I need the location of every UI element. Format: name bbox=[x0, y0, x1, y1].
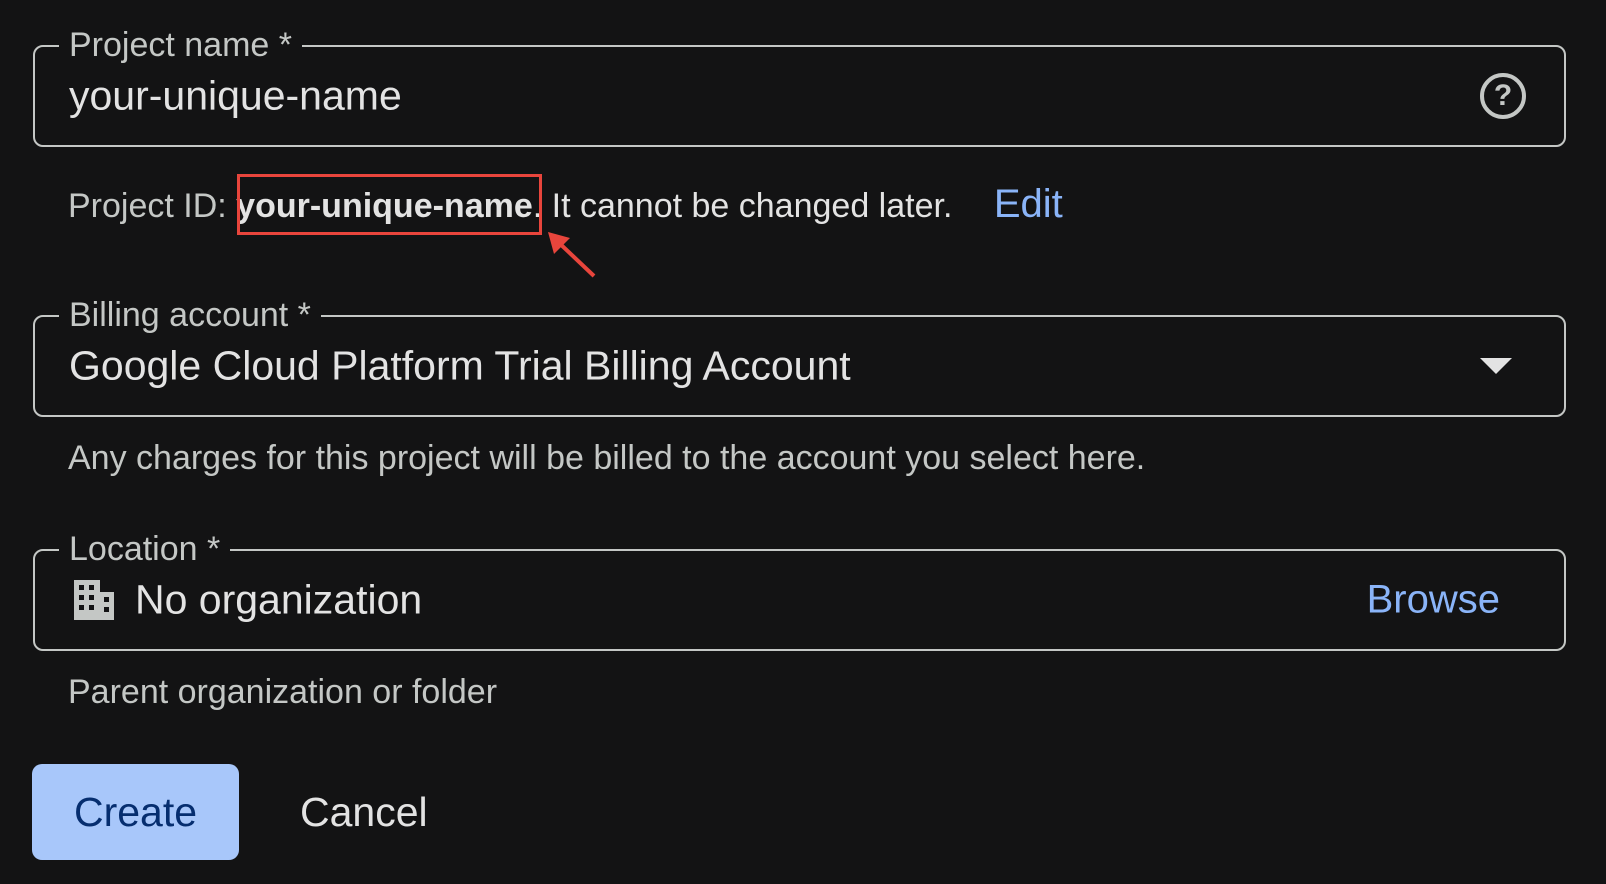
chevron-down-icon[interactable] bbox=[1480, 358, 1512, 374]
location-label: Location * bbox=[59, 529, 231, 569]
project-id-prefix: Project ID: bbox=[68, 187, 237, 225]
browse-link[interactable]: Browse bbox=[1367, 578, 1500, 623]
create-button[interactable]: Create bbox=[32, 764, 239, 860]
location-hint: Parent organization or folder bbox=[68, 673, 498, 711]
project-name-input[interactable]: your-unique-name bbox=[69, 73, 402, 120]
project-id-line: Project ID: your-unique-name. It cannot … bbox=[68, 184, 1063, 226]
billing-account-value: Google Cloud Platform Trial Billing Acco… bbox=[69, 342, 851, 389]
billing-account-select[interactable]: Billing account * Google Cloud Platform … bbox=[33, 295, 1566, 417]
help-circle-icon[interactable]: ? bbox=[1480, 73, 1526, 119]
billing-account-label: Billing account * bbox=[59, 295, 321, 335]
project-name-field[interactable]: Project name * your-unique-name ? bbox=[33, 25, 1566, 147]
annotation-highlight-box bbox=[237, 174, 542, 235]
edit-project-id-link[interactable]: Edit bbox=[994, 182, 1063, 226]
building-icon bbox=[74, 580, 114, 620]
project-id-suffix: . It cannot be changed later. bbox=[532, 187, 953, 225]
annotation-arrow-icon bbox=[548, 232, 596, 278]
location-value: No organization bbox=[135, 576, 423, 623]
billing-hint: Any charges for this project will be bil… bbox=[68, 439, 1146, 477]
location-field[interactable]: Location * No organization Browse bbox=[33, 529, 1566, 651]
project-name-label: Project name * bbox=[59, 25, 302, 65]
cancel-button[interactable]: Cancel bbox=[272, 764, 456, 860]
